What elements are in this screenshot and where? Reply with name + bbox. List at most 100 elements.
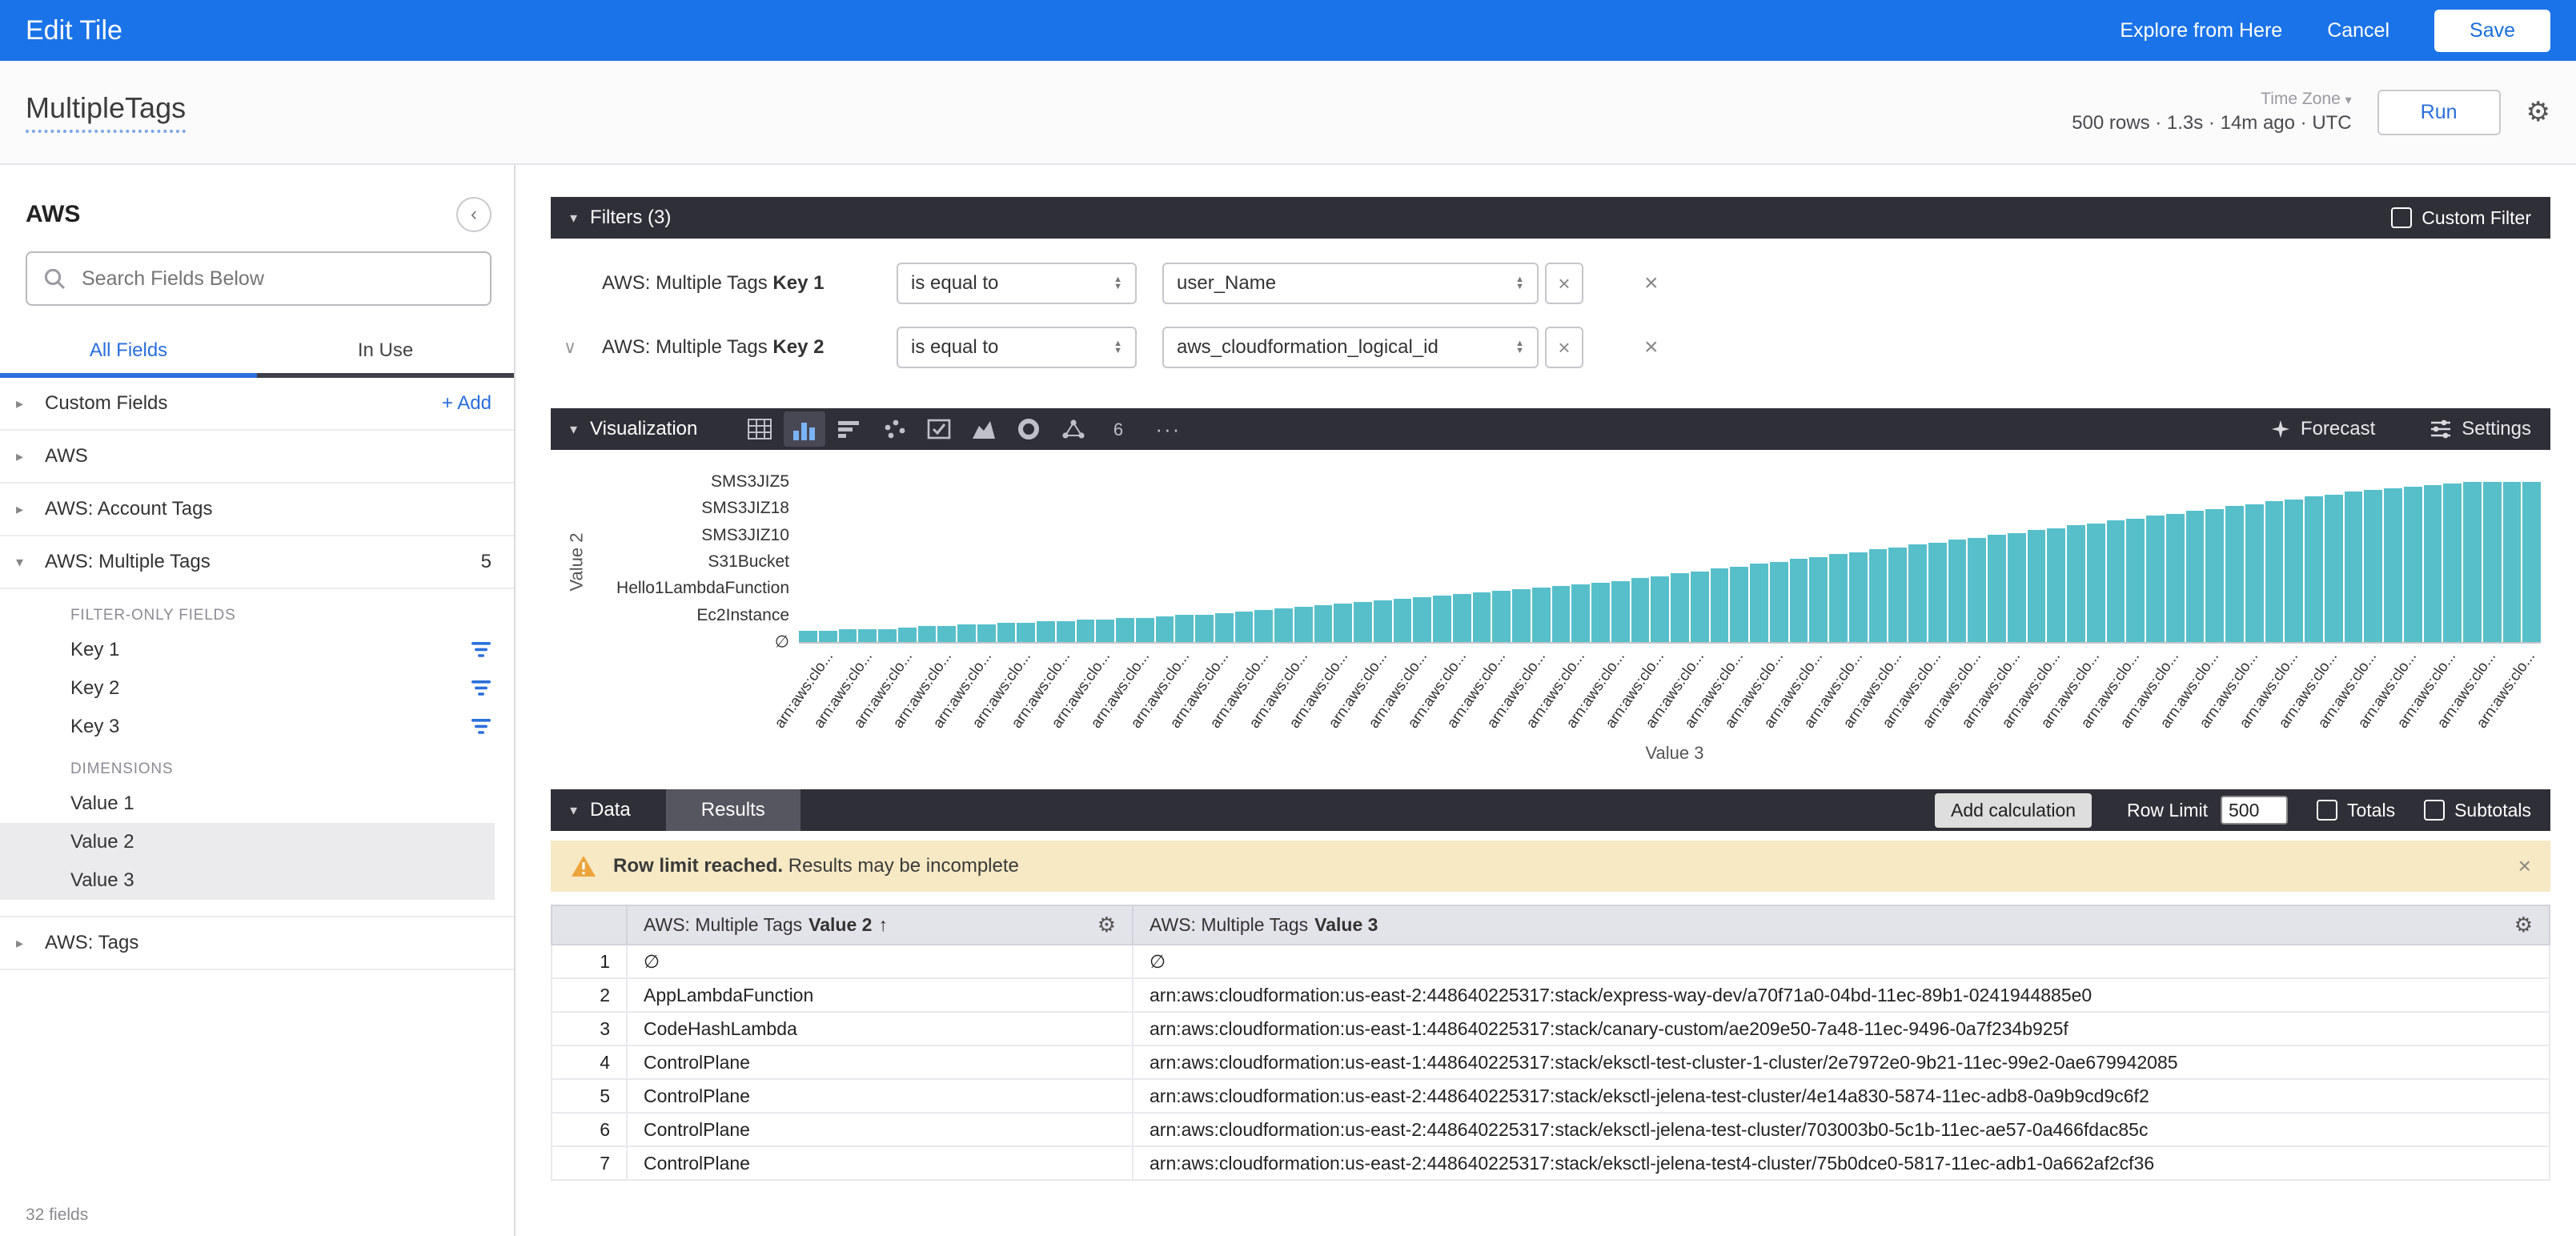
filter-value-select[interactable]: user_Name ▲▼ xyxy=(1162,263,1539,304)
filter-icon[interactable] xyxy=(471,642,492,658)
remove-filter-button[interactable]: × xyxy=(1644,334,1659,361)
field-value-1[interactable]: Value 1 xyxy=(0,785,514,823)
add-custom-field-button[interactable]: + Add xyxy=(442,392,492,415)
query-meta: Time Zone ▾ 500 rows · 1.3s · 14m ago · … xyxy=(2072,89,2351,135)
chart-bar xyxy=(1631,578,1650,642)
chart-bar xyxy=(1928,543,1947,642)
viz-type-scatter-icon[interactable] xyxy=(873,411,915,447)
viz-type-area-chart-icon[interactable] xyxy=(963,411,1005,447)
cancel-button[interactable]: Cancel xyxy=(2327,19,2389,42)
totals-checkbox[interactable] xyxy=(2317,800,2337,821)
subtotals-toggle[interactable]: Subtotals xyxy=(2424,800,2531,821)
custom-filter-toggle[interactable]: Custom Filter xyxy=(2391,207,2531,229)
query-settings-gear-icon[interactable]: ⚙ xyxy=(2526,96,2550,128)
filter-field-label: AWS: Multiple Tags Key 2 xyxy=(602,336,897,359)
chart-bar xyxy=(1492,591,1511,642)
row-number-header xyxy=(552,905,627,945)
column-header-value-2[interactable]: AWS: Multiple Tags Value 2 ↑ ⚙ xyxy=(627,905,1133,945)
sidebar-collapse-button[interactable]: ‹ xyxy=(456,197,492,232)
viz-type-network-icon[interactable] xyxy=(1053,411,1094,447)
explore-from-here-button[interactable]: Explore from Here xyxy=(2120,19,2282,42)
remove-filter-button[interactable]: × xyxy=(1644,270,1659,297)
viz-type-box-icon[interactable] xyxy=(918,411,960,447)
column-gear-icon[interactable]: ⚙ xyxy=(1097,913,1116,937)
collapse-caret-icon[interactable]: ▾ xyxy=(570,421,577,438)
custom-filter-label: Custom Filter xyxy=(2422,207,2531,229)
table-row[interactable]: 3CodeHashLambdaarn:aws:cloudformation:us… xyxy=(552,1012,2550,1045)
sparkle-icon xyxy=(2270,419,2291,439)
add-calculation-button[interactable]: Add calculation xyxy=(1935,793,2092,828)
filter-operator-select[interactable]: is equal to ▲▼ xyxy=(897,327,1137,368)
select-arrows-icon: ▲▼ xyxy=(1113,276,1122,291)
group-aws[interactable]: ▸ AWS xyxy=(0,431,514,484)
filter-icon[interactable] xyxy=(471,719,492,735)
group-aws-multiple-tags-fields: FILTER-ONLY FIELDS Key 1 Key 2 Key 3 DIM… xyxy=(0,589,514,917)
filter-operator-select[interactable]: is equal to ▲▼ xyxy=(897,263,1137,304)
column-gear-icon[interactable]: ⚙ xyxy=(2514,913,2533,937)
chart-bar xyxy=(1552,586,1571,642)
group-aws-account-tags[interactable]: ▸ AWS: Account Tags xyxy=(0,484,514,536)
chart-bar xyxy=(1116,618,1134,642)
tab-all-fields[interactable]: All Fields xyxy=(0,325,257,378)
table-row[interactable]: 7ControlPlanearn:aws:cloudformation:us-e… xyxy=(552,1146,2550,1180)
viz-type-donut-icon[interactable] xyxy=(1008,411,1049,447)
group-aws-multiple-tags[interactable]: ▾ AWS: Multiple Tags 5 xyxy=(0,536,514,589)
collapse-caret-icon[interactable]: ▾ xyxy=(570,802,577,819)
viz-type-single-value-icon[interactable]: 6 xyxy=(1097,411,1139,447)
chart-bar xyxy=(1888,548,1907,642)
chart-bar xyxy=(997,623,1016,642)
column-header-value-3[interactable]: AWS: Multiple Tags Value 3 ⚙ xyxy=(1133,905,2550,945)
data-panel: ▾ Data Results Add calculation Row Limit… xyxy=(551,789,2550,1181)
custom-fields-row[interactable]: ▸ Custom Fields + Add xyxy=(0,378,514,431)
subtotals-checkbox[interactable] xyxy=(2424,800,2445,821)
row-limit-input[interactable] xyxy=(2221,796,2288,825)
tab-in-use[interactable]: In Use xyxy=(257,325,514,378)
viz-settings-button[interactable]: Settings xyxy=(2430,418,2531,440)
save-button[interactable]: Save xyxy=(2434,10,2550,52)
totals-toggle[interactable]: Totals xyxy=(2317,800,2395,821)
field-value-3[interactable]: Value 3 xyxy=(0,861,495,900)
field-key-3[interactable]: Key 3 xyxy=(0,708,514,746)
filter-icon[interactable] xyxy=(471,680,492,696)
dismiss-warning-button[interactable]: × xyxy=(2518,853,2531,879)
chart-bar xyxy=(2087,524,2105,642)
filter-value-select[interactable]: aws_cloudformation_logical_id ▲▼ xyxy=(1162,327,1539,368)
table-row[interactable]: 6ControlPlanearn:aws:cloudformation:us-e… xyxy=(552,1113,2550,1146)
chart-bar xyxy=(839,629,857,642)
chart-bar xyxy=(1869,549,1888,642)
field-list: ▸ Custom Fields + Add ▸ AWS ▸ AWS: Accou… xyxy=(0,378,514,1196)
visualization-panel: ▾ Visualization 6 ··· xyxy=(551,408,2550,777)
y-tick-label: ∅ xyxy=(775,632,789,652)
filters-panel-header: ▾ Filters (3) Custom Filter xyxy=(551,197,2550,239)
chart-bar xyxy=(1512,589,1531,642)
run-button[interactable]: Run xyxy=(2377,90,2501,135)
clear-filter-value-button[interactable]: × xyxy=(1545,327,1583,368)
viz-type-bar-chart-icon[interactable] xyxy=(784,411,825,447)
field-search-box[interactable] xyxy=(26,251,492,306)
collapse-caret-icon[interactable]: ▾ xyxy=(570,210,577,227)
table-row[interactable]: 1∅∅ xyxy=(552,945,2550,978)
scroll-chevron-icon[interactable]: ∨ xyxy=(564,337,602,358)
viz-more-options-icon[interactable]: ··· xyxy=(1155,417,1181,442)
table-row[interactable]: 4ControlPlanearn:aws:cloudformation:us-e… xyxy=(552,1045,2550,1079)
timezone-selector[interactable]: Time Zone ▾ xyxy=(2072,89,2351,110)
chart-bar xyxy=(799,631,817,642)
chart-bar xyxy=(878,629,897,642)
clear-filter-value-button[interactable]: × xyxy=(1545,263,1583,304)
table-row[interactable]: 2AppLambdaFunctionarn:aws:cloudformation… xyxy=(552,978,2550,1012)
viz-type-table-icon[interactable] xyxy=(739,411,780,447)
forecast-button[interactable]: Forecast xyxy=(2270,418,2375,440)
table-row[interactable]: 5ControlPlanearn:aws:cloudformation:us-e… xyxy=(552,1079,2550,1113)
custom-filter-checkbox[interactable] xyxy=(2391,207,2412,228)
sort-ascending-icon[interactable]: ↑ xyxy=(878,914,888,936)
group-aws-tags[interactable]: ▸ AWS: Tags xyxy=(0,917,514,970)
field-key-1[interactable]: Key 1 xyxy=(0,631,514,669)
viz-type-row-chart-icon[interactable] xyxy=(829,411,870,447)
search-input[interactable] xyxy=(78,266,474,292)
chart-bar xyxy=(2522,482,2541,642)
field-label: Value 2 xyxy=(70,831,134,853)
field-key-2[interactable]: Key 2 xyxy=(0,669,514,708)
tab-results[interactable]: Results xyxy=(666,789,800,831)
field-value-2[interactable]: Value 2 xyxy=(0,823,495,861)
query-title[interactable]: MultipleTags xyxy=(26,91,186,133)
